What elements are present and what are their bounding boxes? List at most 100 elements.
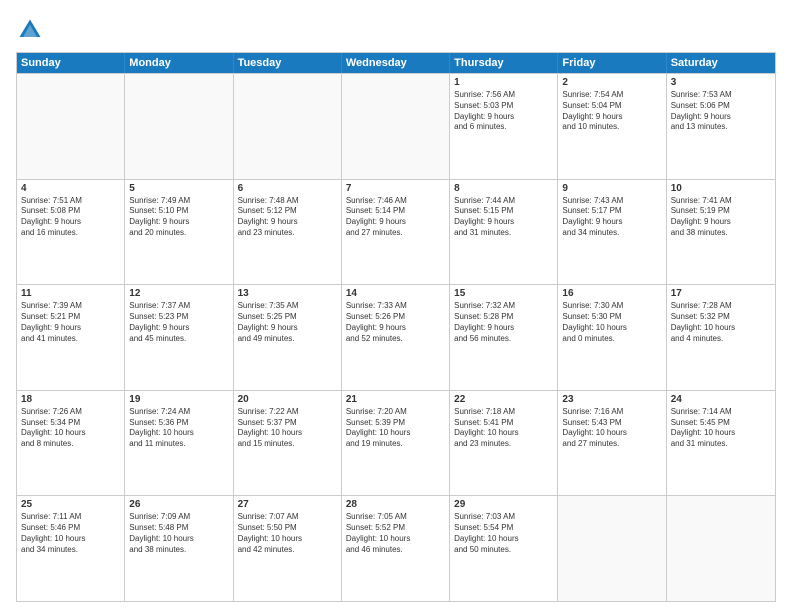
day-info: Sunrise: 7:07 AM Sunset: 5:50 PM Dayligh… bbox=[238, 512, 337, 555]
day-info: Sunrise: 7:37 AM Sunset: 5:23 PM Dayligh… bbox=[129, 301, 228, 344]
day-cell-8: 8 Sunrise: 7:44 AM Sunset: 5:15 PM Daylig… bbox=[450, 180, 558, 285]
day-cell-3: 3 Sunrise: 7:53 AM Sunset: 5:06 PM Daylig… bbox=[667, 74, 775, 179]
day-number: 7 bbox=[346, 183, 445, 194]
day-cell-16: 16Sunrise: 7:30 AM Sunset: 5:30 PM Dayli… bbox=[558, 285, 666, 390]
empty-cell bbox=[125, 74, 233, 179]
day-number: 4 bbox=[21, 183, 120, 194]
day-number: 19 bbox=[129, 394, 228, 405]
week-row-5: 25 Sunrise: 7:11 AM Sunset: 5:46 PM Dayli… bbox=[17, 495, 775, 601]
day-number: 5 bbox=[129, 183, 228, 194]
day-cell-27: 27 Sunrise: 7:07 AM Sunset: 5:50 PM Dayli… bbox=[234, 496, 342, 601]
day-info: Sunrise: 7:49 AM Sunset: 5:10 PM Dayligh… bbox=[129, 196, 228, 239]
day-info: Sunrise: 7:46 AM Sunset: 5:14 PM Dayligh… bbox=[346, 196, 445, 239]
day-info: Sunrise: 7:54 AM Sunset: 5:04 PM Dayligh… bbox=[562, 90, 661, 133]
day-info: Sunrise: 7:26 AM Sunset: 5:34 PM Dayligh… bbox=[21, 407, 120, 450]
empty-cell bbox=[234, 74, 342, 179]
empty-cell bbox=[17, 74, 125, 179]
day-cell-26: 26Sunrise: 7:09 AM Sunset: 5:48 PM Dayli… bbox=[125, 496, 233, 601]
day-cell-22: 22 Sunrise: 7:18 AM Sunset: 5:41 PM Dayli… bbox=[450, 391, 558, 496]
day-info: Sunrise: 7:33 AM Sunset: 5:26 PM Dayligh… bbox=[346, 301, 445, 344]
day-info: Sunrise: 7:41 AM Sunset: 5:19 PM Dayligh… bbox=[671, 196, 771, 239]
day-info: Sunrise: 7:20 AM Sunset: 5:39 PM Dayligh… bbox=[346, 407, 445, 450]
day-cell-2: 2 Sunrise: 7:54 AM Sunset: 5:04 PM Daylig… bbox=[558, 74, 666, 179]
day-number: 6 bbox=[238, 183, 337, 194]
day-number: 26 bbox=[129, 499, 228, 510]
day-number: 9 bbox=[562, 183, 661, 194]
day-info: Sunrise: 7:14 AM Sunset: 5:45 PM Dayligh… bbox=[671, 407, 771, 450]
day-header-monday: Monday bbox=[125, 53, 233, 73]
day-cell-10: 10Sunrise: 7:41 AM Sunset: 5:19 PM Dayli… bbox=[667, 180, 775, 285]
day-cell-4: 4Sunrise: 7:51 AM Sunset: 5:08 PM Daylig… bbox=[17, 180, 125, 285]
day-info: Sunrise: 7:03 AM Sunset: 5:54 PM Dayligh… bbox=[454, 512, 553, 555]
day-cell-9: 9 Sunrise: 7:43 AM Sunset: 5:17 PM Daylig… bbox=[558, 180, 666, 285]
empty-cell bbox=[667, 496, 775, 601]
day-cell-21: 21 Sunrise: 7:20 AM Sunset: 5:39 PM Dayli… bbox=[342, 391, 450, 496]
day-header-sunday: Sunday bbox=[17, 53, 125, 73]
day-cell-13: 13 Sunrise: 7:35 AM Sunset: 5:25 PM Dayli… bbox=[234, 285, 342, 390]
day-cell-7: 7 Sunrise: 7:46 AM Sunset: 5:14 PM Daylig… bbox=[342, 180, 450, 285]
week-row-3: 11 Sunrise: 7:39 AM Sunset: 5:21 PM Dayli… bbox=[17, 284, 775, 390]
calendar-body: 1 Sunrise: 7:56 AM Sunset: 5:03 PM Daylig… bbox=[17, 73, 775, 601]
day-header-thursday: Thursday bbox=[450, 53, 558, 73]
day-number: 1 bbox=[454, 77, 553, 88]
day-info: Sunrise: 7:18 AM Sunset: 5:41 PM Dayligh… bbox=[454, 407, 553, 450]
day-cell-15: 15 Sunrise: 7:32 AM Sunset: 5:28 PM Dayli… bbox=[450, 285, 558, 390]
day-cell-11: 11 Sunrise: 7:39 AM Sunset: 5:21 PM Dayli… bbox=[17, 285, 125, 390]
day-info: Sunrise: 7:56 AM Sunset: 5:03 PM Dayligh… bbox=[454, 90, 553, 133]
day-info: Sunrise: 7:05 AM Sunset: 5:52 PM Dayligh… bbox=[346, 512, 445, 555]
day-number: 16 bbox=[562, 288, 661, 299]
day-info: Sunrise: 7:32 AM Sunset: 5:28 PM Dayligh… bbox=[454, 301, 553, 344]
day-cell-5: 5 Sunrise: 7:49 AM Sunset: 5:10 PM Daylig… bbox=[125, 180, 233, 285]
day-cell-1: 1 Sunrise: 7:56 AM Sunset: 5:03 PM Daylig… bbox=[450, 74, 558, 179]
week-row-2: 4Sunrise: 7:51 AM Sunset: 5:08 PM Daylig… bbox=[17, 179, 775, 285]
day-info: Sunrise: 7:44 AM Sunset: 5:15 PM Dayligh… bbox=[454, 196, 553, 239]
day-cell-14: 14 Sunrise: 7:33 AM Sunset: 5:26 PM Dayli… bbox=[342, 285, 450, 390]
day-number: 8 bbox=[454, 183, 553, 194]
day-number: 3 bbox=[671, 77, 771, 88]
day-number: 17 bbox=[671, 288, 771, 299]
day-header-saturday: Saturday bbox=[667, 53, 775, 73]
day-number: 28 bbox=[346, 499, 445, 510]
day-info: Sunrise: 7:16 AM Sunset: 5:43 PM Dayligh… bbox=[562, 407, 661, 450]
week-row-4: 18 Sunrise: 7:26 AM Sunset: 5:34 PM Dayli… bbox=[17, 390, 775, 496]
day-info: Sunrise: 7:11 AM Sunset: 5:46 PM Dayligh… bbox=[21, 512, 120, 555]
logo-icon bbox=[16, 16, 44, 44]
day-number: 11 bbox=[21, 288, 120, 299]
day-cell-29: 29 Sunrise: 7:03 AM Sunset: 5:54 PM Dayli… bbox=[450, 496, 558, 601]
day-info: Sunrise: 7:39 AM Sunset: 5:21 PM Dayligh… bbox=[21, 301, 120, 344]
day-number: 23 bbox=[562, 394, 661, 405]
day-info: Sunrise: 7:35 AM Sunset: 5:25 PM Dayligh… bbox=[238, 301, 337, 344]
page: SundayMondayTuesdayWednesdayThursdayFrid… bbox=[0, 0, 792, 612]
day-cell-24: 24 Sunrise: 7:14 AM Sunset: 5:45 PM Dayli… bbox=[667, 391, 775, 496]
day-cell-17: 17Sunrise: 7:28 AM Sunset: 5:32 PM Dayli… bbox=[667, 285, 775, 390]
day-header-tuesday: Tuesday bbox=[234, 53, 342, 73]
day-info: Sunrise: 7:24 AM Sunset: 5:36 PM Dayligh… bbox=[129, 407, 228, 450]
day-number: 12 bbox=[129, 288, 228, 299]
calendar: SundayMondayTuesdayWednesdayThursdayFrid… bbox=[16, 52, 776, 602]
day-cell-12: 12 Sunrise: 7:37 AM Sunset: 5:23 PM Dayli… bbox=[125, 285, 233, 390]
day-info: Sunrise: 7:22 AM Sunset: 5:37 PM Dayligh… bbox=[238, 407, 337, 450]
day-number: 15 bbox=[454, 288, 553, 299]
day-number: 13 bbox=[238, 288, 337, 299]
day-cell-23: 23 Sunrise: 7:16 AM Sunset: 5:43 PM Dayli… bbox=[558, 391, 666, 496]
day-number: 24 bbox=[671, 394, 771, 405]
day-number: 18 bbox=[21, 394, 120, 405]
day-info: Sunrise: 7:43 AM Sunset: 5:17 PM Dayligh… bbox=[562, 196, 661, 239]
day-number: 27 bbox=[238, 499, 337, 510]
day-number: 14 bbox=[346, 288, 445, 299]
day-cell-19: 19 Sunrise: 7:24 AM Sunset: 5:36 PM Dayli… bbox=[125, 391, 233, 496]
day-cell-25: 25 Sunrise: 7:11 AM Sunset: 5:46 PM Dayli… bbox=[17, 496, 125, 601]
day-number: 29 bbox=[454, 499, 553, 510]
day-info: Sunrise: 7:53 AM Sunset: 5:06 PM Dayligh… bbox=[671, 90, 771, 133]
logo bbox=[16, 16, 48, 44]
day-number: 22 bbox=[454, 394, 553, 405]
day-cell-20: 20 Sunrise: 7:22 AM Sunset: 5:37 PM Dayli… bbox=[234, 391, 342, 496]
calendar-header-row: SundayMondayTuesdayWednesdayThursdayFrid… bbox=[17, 53, 775, 73]
empty-cell bbox=[558, 496, 666, 601]
day-number: 2 bbox=[562, 77, 661, 88]
day-cell-28: 28 Sunrise: 7:05 AM Sunset: 5:52 PM Dayli… bbox=[342, 496, 450, 601]
day-number: 25 bbox=[21, 499, 120, 510]
day-info: Sunrise: 7:48 AM Sunset: 5:12 PM Dayligh… bbox=[238, 196, 337, 239]
day-number: 20 bbox=[238, 394, 337, 405]
day-number: 21 bbox=[346, 394, 445, 405]
